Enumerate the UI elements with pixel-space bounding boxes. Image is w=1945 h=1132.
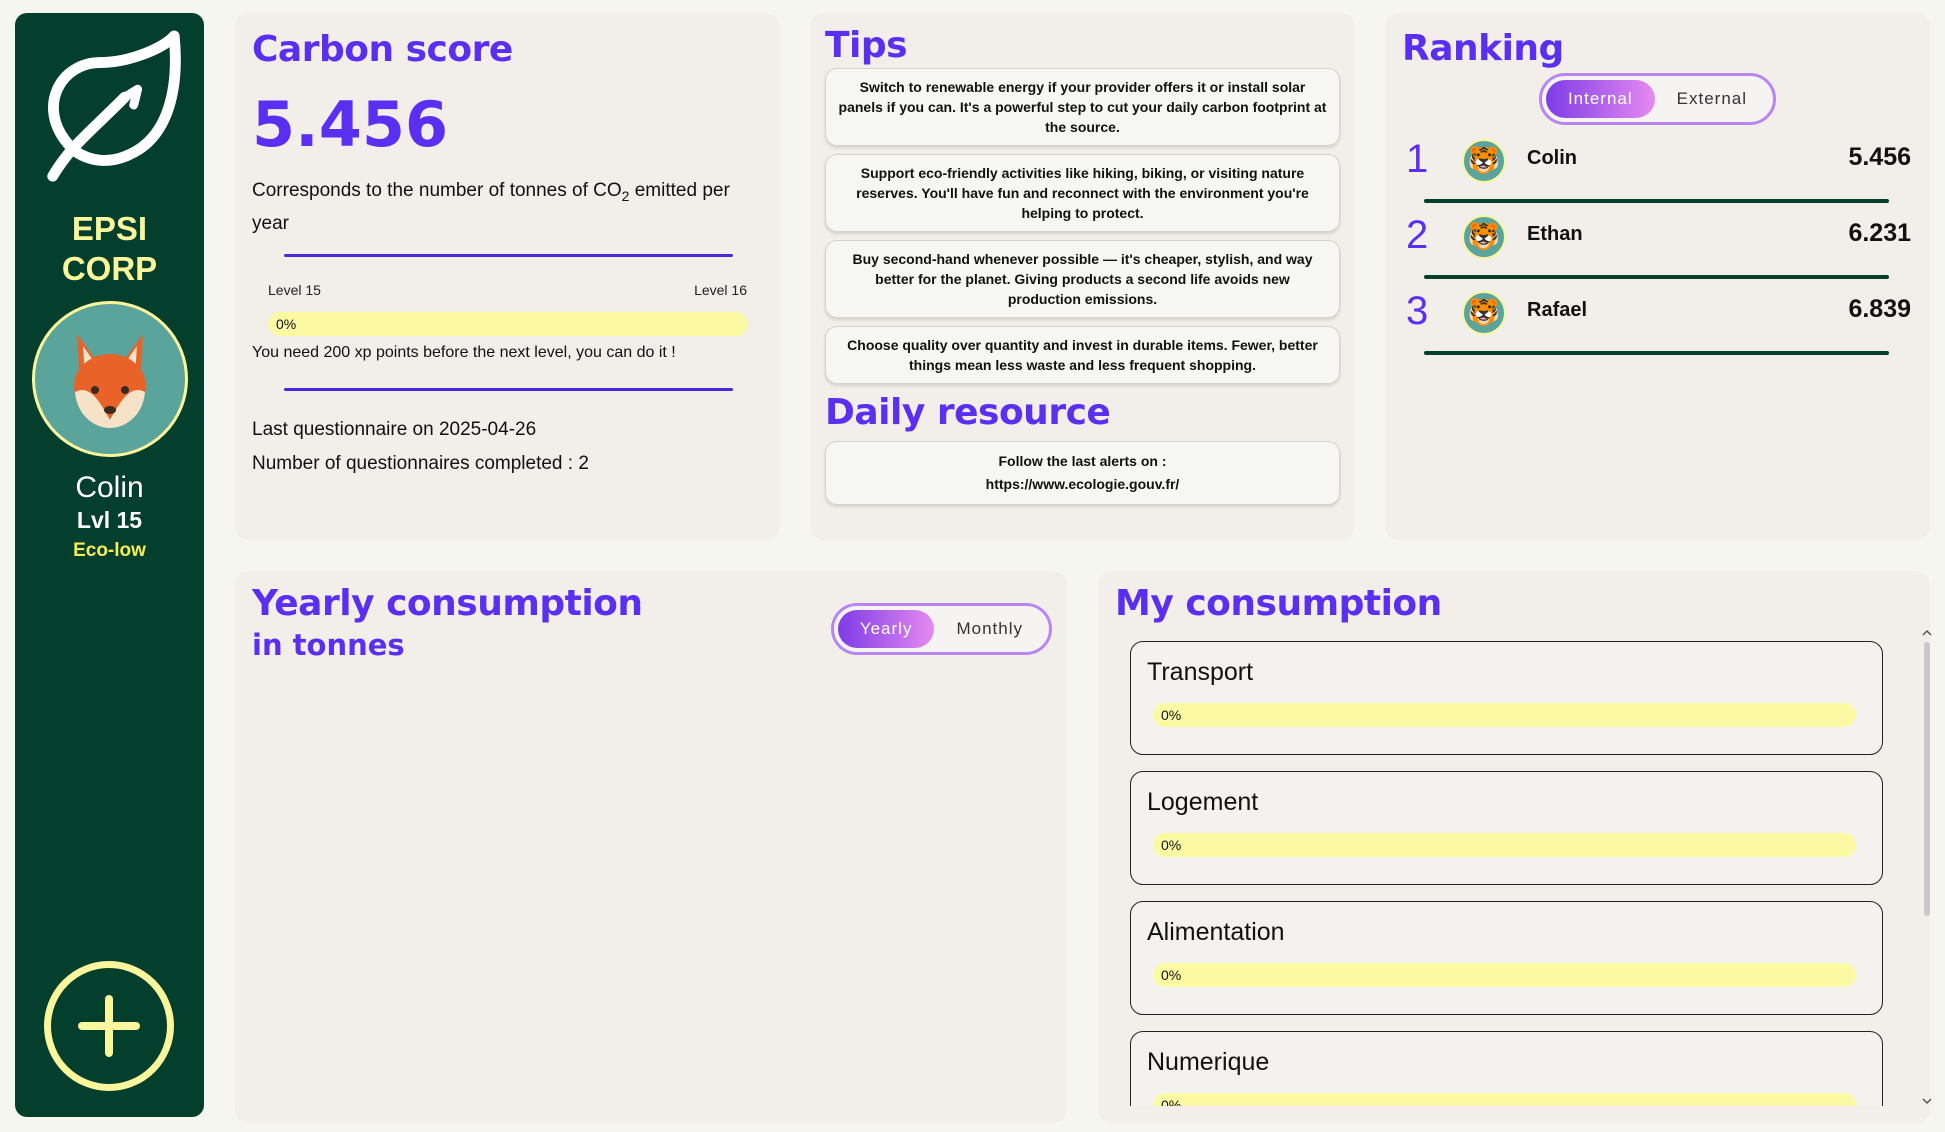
sidebar: EPSI CORP Colin Lvl 15 Eco-low: [15, 13, 204, 1117]
toggle-monthly[interactable]: Monthly: [934, 610, 1045, 648]
rank-score: 6.231: [1848, 219, 1911, 247]
rank-score: 6.839: [1848, 295, 1911, 323]
rank-divider: [1424, 351, 1889, 355]
level-progress-label: 0%: [276, 315, 297, 332]
xp-message: You need 200 xp points before the next l…: [252, 343, 676, 361]
tiger-avatar-icon: 🐯: [1462, 215, 1506, 259]
consumption-progress-label: 0%: [1161, 707, 1182, 723]
consumption-progress-label: 0%: [1161, 967, 1182, 983]
tip-item: Support eco-friendly activities like hik…: [825, 154, 1340, 232]
user-status: Eco-low: [73, 540, 146, 561]
yearly-consumption-card: Yearly consumption in tonnes Yearly Mont…: [235, 571, 1067, 1123]
consumption-progress-bar: 0%: [1153, 963, 1856, 987]
scrollbar-thumb[interactable]: [1924, 642, 1930, 916]
divider: [284, 387, 733, 391]
daily-resource-title: Daily resource: [825, 392, 1111, 433]
my-consumption-title: My consumption: [1115, 583, 1442, 624]
ranking-title: Ranking: [1402, 28, 1564, 69]
resource-link[interactable]: https://www.ecologie.gouv.fr/: [838, 473, 1327, 496]
toggle-internal[interactable]: Internal: [1545, 80, 1655, 118]
toggle-yearly[interactable]: Yearly: [837, 610, 935, 648]
consumption-progress-bar: 0%: [1153, 1093, 1856, 1106]
rank-name: Rafael: [1527, 299, 1588, 321]
consumption-item-numerique: Numerique 0%: [1130, 1031, 1883, 1106]
ranking-card: Ranking Internal External 1 🐯 Colin 5.45…: [1385, 13, 1930, 540]
desc-text: Corresponds to the number of tonnes of C…: [252, 180, 622, 201]
add-button[interactable]: [44, 961, 174, 1091]
carbon-score-description: Corresponds to the number of tonnes of C…: [252, 177, 763, 238]
tiger-avatar-icon: 🐯: [1462, 139, 1506, 183]
consumption-list[interactable]: Transport 0% Logement 0% Alimentation 0%…: [1115, 641, 1900, 1106]
fox-avatar-icon: [73, 334, 146, 428]
level-to: Level 16: [694, 281, 747, 298]
tips-title: Tips: [825, 25, 908, 66]
rank-divider: [1424, 275, 1889, 279]
level-progress-bar: 0%: [268, 311, 748, 336]
brand-line-2: CORP: [61, 250, 158, 287]
ranking-row[interactable]: 2 🐯 Ethan 6.231: [1402, 205, 1913, 281]
daily-resource-box: Follow the last alerts on : https://www.…: [825, 441, 1340, 505]
tiger-avatar-icon: 🐯: [1462, 291, 1506, 335]
consumption-item-alimentation: Alimentation 0%: [1130, 901, 1883, 1015]
toggle-external[interactable]: External: [1655, 80, 1769, 118]
avatar[interactable]: [31, 301, 188, 457]
consumption-progress-label: 0%: [1161, 1097, 1182, 1106]
level-range: Level 15 Level 16: [252, 282, 763, 298]
rank-number: 1: [1406, 137, 1429, 181]
ranking-list: 1 🐯 Colin 5.456 2 🐯 Ethan 6.231 3 🐯 Rafa…: [1402, 129, 1913, 357]
consumption-label: Transport: [1147, 658, 1254, 686]
last-questionnaire: Last questionnaire on 2025-04-26: [252, 418, 537, 440]
rank-name: Colin: [1527, 147, 1577, 169]
carbon-score-card: Carbon score 5.456 Corresponds to the nu…: [235, 13, 780, 540]
level-from: Level 15: [268, 281, 321, 298]
rank-number: 2: [1406, 213, 1429, 257]
rank-number: 3: [1406, 289, 1429, 333]
resource-intro: Follow the last alerts on :: [998, 453, 1167, 469]
consumption-label: Numerique: [1147, 1048, 1270, 1076]
leaf-logo-icon: [46, 30, 181, 182]
ranking-scope-toggle: Internal External: [1538, 73, 1777, 125]
divider: [284, 253, 733, 257]
consumption-progress-bar: 0%: [1153, 703, 1856, 727]
consumption-label: Logement: [1147, 788, 1259, 816]
scroll-up-icon[interactable]: [1921, 628, 1933, 638]
brand-line-1: EPSI: [71, 210, 148, 247]
user-name: Colin: [75, 471, 144, 504]
consumption-item-logement: Logement 0%: [1130, 771, 1883, 885]
tip-item: Choose quality over quantity and invest …: [825, 326, 1340, 384]
scroll-down-icon[interactable]: [1921, 1096, 1933, 1106]
ranking-row[interactable]: 1 🐯 Colin 5.456: [1402, 129, 1913, 205]
rank-score: 5.456: [1848, 143, 1911, 171]
tip-item: Buy second-hand whenever possible — it's…: [825, 240, 1340, 318]
consumption-progress-bar: 0%: [1153, 833, 1856, 857]
carbon-score-title: Carbon score: [252, 29, 513, 70]
rank-name: Ethan: [1527, 223, 1583, 245]
brand-name: EPSI CORP: [62, 209, 157, 289]
consumption-progress-label: 0%: [1161, 837, 1182, 853]
tips-card: Tips Switch to renewable energy if your …: [810, 13, 1355, 540]
carbon-score-value: 5.456: [252, 88, 449, 161]
consumption-label: Alimentation: [1147, 918, 1285, 946]
ranking-row[interactable]: 3 🐯 Rafael 6.839: [1402, 281, 1913, 357]
user-level: Lvl 15: [76, 507, 143, 533]
consumption-item-transport: Transport 0%: [1130, 641, 1883, 755]
my-consumption-card: My consumption Transport 0% Logement 0% …: [1098, 571, 1930, 1123]
questionnaires-completed: Number of questionnaires completed : 2: [252, 452, 589, 474]
plus-icon: [78, 995, 140, 1057]
period-toggle: Yearly Monthly: [830, 603, 1052, 655]
tip-item: Switch to renewable energy if your provi…: [825, 68, 1340, 146]
consumption-scrollbar[interactable]: [1921, 628, 1933, 1106]
rank-divider: [1424, 199, 1889, 203]
